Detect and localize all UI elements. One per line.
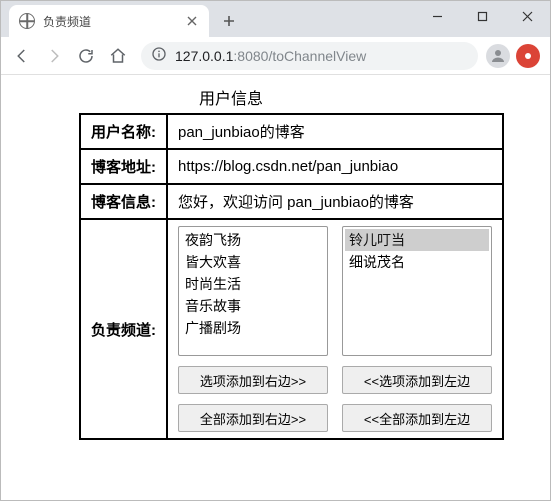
left-listbox[interactable]: 夜韵飞扬皆大欢喜时尚生活音乐故事广播剧场 — [178, 226, 328, 356]
user-info-table: 用户名称: pan_junbiao的博客 博客地址: https://blog.… — [79, 113, 504, 440]
table-row: 用户名称: pan_junbiao的博客 — [80, 114, 503, 149]
value-blog-info: 您好，欢迎访问 pan_junbiao的博客 — [167, 184, 503, 219]
page-title: 用户信息 — [199, 85, 550, 109]
address-bar[interactable]: 127.0.0.1:8080/toChannelView — [141, 42, 478, 70]
list-item[interactable]: 夜韵飞扬 — [181, 229, 325, 251]
back-button[interactable] — [7, 41, 37, 71]
label-blog-url: 博客地址: — [80, 149, 167, 184]
home-button[interactable] — [103, 41, 133, 71]
list-item[interactable]: 铃儿叮当 — [345, 229, 489, 251]
add-to-left-button[interactable]: <<选项添加到左边 — [342, 366, 492, 394]
right-listbox[interactable]: 铃儿叮当细说茂名 — [342, 226, 492, 356]
table-row: 博客信息: 您好，欢迎访问 pan_junbiao的博客 — [80, 184, 503, 219]
tab-strip: 负责频道 — [1, 1, 550, 37]
channel-picker: 夜韵飞扬皆大欢喜时尚生活音乐故事广播剧场 选项添加到右边>> 全部添加到右边>>… — [167, 219, 503, 439]
info-icon[interactable] — [151, 46, 167, 65]
extension-button[interactable] — [516, 44, 540, 68]
list-item[interactable]: 音乐故事 — [181, 295, 325, 317]
list-item[interactable]: 时尚生活 — [181, 273, 325, 295]
close-tab-icon[interactable] — [185, 14, 199, 28]
value-blog-url: https://blog.csdn.net/pan_junbiao — [167, 149, 503, 184]
close-window-button[interactable] — [505, 1, 550, 31]
browser-window: 负责频道 — [0, 0, 551, 501]
globe-icon — [19, 13, 35, 29]
list-item[interactable]: 细说茂名 — [345, 251, 489, 273]
list-item[interactable]: 皆大欢喜 — [181, 251, 325, 273]
new-tab-button[interactable] — [215, 7, 243, 35]
value-username: pan_junbiao的博客 — [167, 114, 503, 149]
list-item[interactable]: 广播剧场 — [181, 317, 325, 339]
reload-button[interactable] — [71, 41, 101, 71]
add-to-right-button[interactable]: 选项添加到右边>> — [178, 366, 328, 394]
forward-button[interactable] — [39, 41, 69, 71]
browser-tab[interactable]: 负责频道 — [9, 5, 209, 37]
maximize-button[interactable] — [460, 1, 505, 31]
table-row: 负责频道: 夜韵飞扬皆大欢喜时尚生活音乐故事广播剧场 选项添加到右边>> 全部添… — [80, 219, 503, 439]
label-blog-info: 博客信息: — [80, 184, 167, 219]
browser-toolbar: 127.0.0.1:8080/toChannelView — [1, 37, 550, 75]
url-text: 127.0.0.1:8080/toChannelView — [175, 48, 366, 64]
page-content: 用户信息 用户名称: pan_junbiao的博客 博客地址: https://… — [1, 75, 550, 500]
tab-title: 负责频道 — [43, 13, 177, 30]
minimize-button[interactable] — [415, 1, 460, 31]
all-to-left-button[interactable]: <<全部添加到左边 — [342, 404, 492, 432]
table-row: 博客地址: https://blog.csdn.net/pan_junbiao — [80, 149, 503, 184]
label-channels: 负责频道: — [80, 219, 167, 439]
label-username: 用户名称: — [80, 114, 167, 149]
all-to-right-button[interactable]: 全部添加到右边>> — [178, 404, 328, 432]
profile-button[interactable] — [486, 44, 510, 68]
